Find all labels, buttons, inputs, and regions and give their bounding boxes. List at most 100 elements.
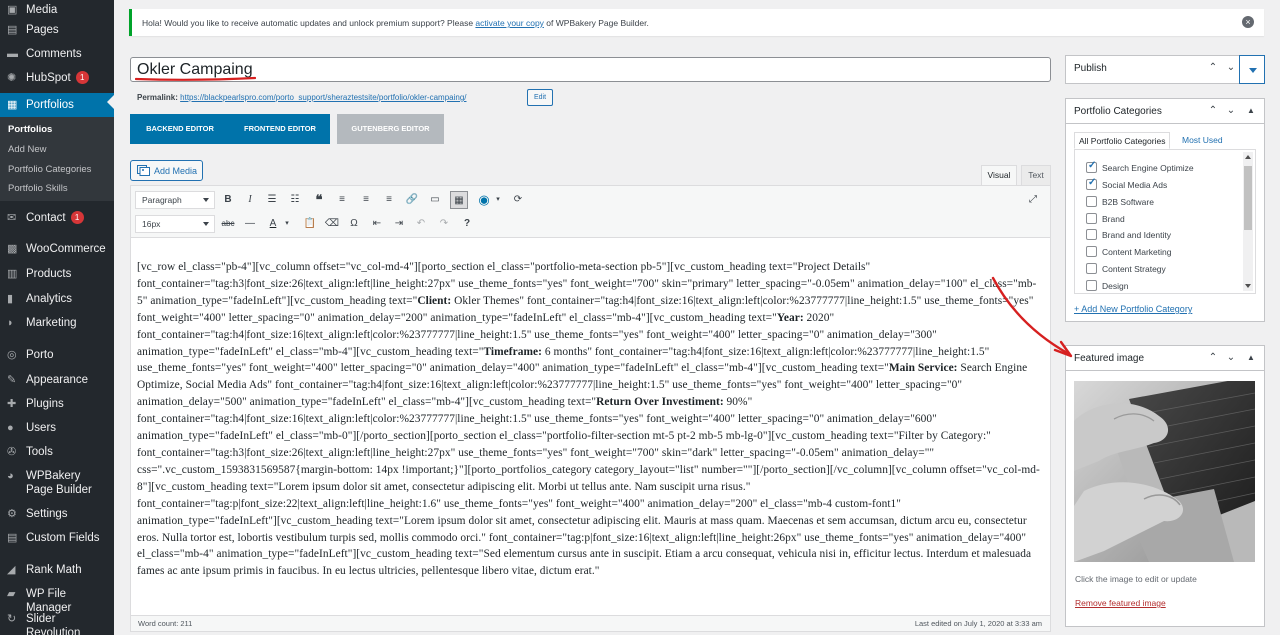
- tab-most-used[interactable]: Most Used: [1178, 132, 1227, 149]
- submenu-portfolios[interactable]: Portfolios: [8, 124, 52, 135]
- category-item[interactable]: Design: [1086, 280, 1128, 291]
- sidebar-item-contact[interactable]: ✉ Contact 1: [0, 208, 114, 228]
- sidebar-item-comments[interactable]: ▬ Comments: [0, 44, 114, 64]
- redo-icon[interactable]: ↷: [435, 215, 453, 233]
- analytics-icon: ▮: [7, 293, 14, 305]
- checkbox[interactable]: [1086, 246, 1097, 257]
- move-up-icon[interactable]: ⌃: [1206, 61, 1220, 75]
- featured-header[interactable]: Featured image ⌃ ⌄ ▲: [1066, 346, 1264, 371]
- collapse-icon[interactable]: ▲: [1244, 351, 1258, 365]
- move-down-icon[interactable]: ⌄: [1224, 351, 1238, 365]
- add-media-button[interactable]: Add Media: [130, 160, 203, 181]
- sidebar-item-hubspot[interactable]: ✺ HubSpot 1: [0, 68, 114, 88]
- font-size-select[interactable]: 16px: [135, 215, 215, 233]
- category-item[interactable]: Brand and Identity: [1086, 229, 1171, 240]
- checkbox[interactable]: [1086, 196, 1097, 207]
- outdent-icon[interactable]: ⇤: [368, 215, 386, 233]
- sidebar-item-marketing[interactable]: ◗ Marketing: [0, 313, 114, 333]
- sidebar-item-pages[interactable]: ▤ Pages: [0, 20, 114, 40]
- users-icon: ●: [7, 422, 14, 434]
- numbered-list-icon[interactable]: ☷: [286, 191, 304, 209]
- link-icon[interactable]: 🔗: [403, 191, 421, 209]
- strikethrough-icon[interactable]: abc: [219, 215, 237, 233]
- toolbar-toggle-icon[interactable]: ▦: [450, 191, 468, 209]
- move-down-icon[interactable]: ⌄: [1224, 61, 1238, 75]
- permalink-edit-button[interactable]: Edit: [527, 89, 553, 106]
- text-color-dropdown-icon[interactable]: ▾: [278, 215, 296, 233]
- indent-icon[interactable]: ⇥: [390, 215, 408, 233]
- category-item[interactable]: Social Media Ads: [1086, 177, 1167, 190]
- checkbox[interactable]: [1086, 263, 1097, 274]
- undo-icon[interactable]: ↶: [412, 215, 430, 233]
- category-item[interactable]: Brand: [1086, 213, 1125, 224]
- sidebar-item-appearance[interactable]: ✎ Appearance: [0, 370, 114, 390]
- special-character-icon[interactable]: Ω: [345, 215, 363, 233]
- submenu-add-new[interactable]: Add New: [8, 144, 47, 155]
- clear-formatting-icon[interactable]: ⌫: [323, 215, 341, 233]
- checkbox[interactable]: [1086, 229, 1097, 240]
- post-title-input[interactable]: [130, 57, 1051, 82]
- publish-header[interactable]: Publish ⌃ ⌄: [1066, 56, 1264, 81]
- shortcode-dropdown-icon[interactable]: ▾: [489, 191, 507, 209]
- category-scrollbar[interactable]: [1243, 152, 1253, 291]
- checkbox[interactable]: [1086, 213, 1097, 224]
- sidebar-item-slider-revolution[interactable]: ↻ Slider Revolution: [0, 609, 114, 635]
- activate-link[interactable]: activate your copy: [475, 18, 544, 28]
- submenu-portfolio-skills[interactable]: Portfolio Skills: [8, 183, 68, 194]
- tab-visual[interactable]: Visual: [981, 165, 1017, 185]
- category-item[interactable]: Content Marketing: [1086, 246, 1171, 257]
- submenu-portfolio-categories[interactable]: Portfolio Categories: [8, 164, 91, 175]
- sidebar-item-media[interactable]: ▣ Media: [0, 0, 114, 20]
- category-item[interactable]: Content Strategy: [1086, 263, 1166, 274]
- tab-text[interactable]: Text: [1021, 165, 1051, 185]
- categories-header[interactable]: Portfolio Categories ⌃ ⌄ ▲: [1066, 99, 1264, 124]
- bullet-list-icon[interactable]: ☰: [263, 191, 281, 209]
- sidebar-item-plugins[interactable]: ✚ Plugins: [0, 394, 114, 414]
- tab-all-categories[interactable]: All Portfolio Categories: [1074, 132, 1171, 149]
- move-up-icon[interactable]: ⌃: [1206, 351, 1220, 365]
- category-item[interactable]: B2B Software: [1086, 196, 1154, 207]
- fullscreen-icon[interactable]: ⤢: [1024, 191, 1042, 209]
- align-center-icon[interactable]: ≡: [357, 191, 375, 209]
- sidebar-item-users[interactable]: ● Users: [0, 418, 114, 438]
- collapse-icon[interactable]: ▲: [1244, 104, 1258, 118]
- sidebar-item-wpbakery-page-builder[interactable]: ◕ WPBakery Page Builder: [0, 466, 114, 496]
- refresh-icon[interactable]: ⟳: [509, 191, 527, 209]
- read-more-icon[interactable]: ▭: [426, 191, 444, 209]
- dismiss-notice-icon[interactable]: ×: [1242, 16, 1254, 28]
- publish-toggle-panel-icon[interactable]: [1239, 55, 1265, 84]
- frontend-editor-button[interactable]: FRONTEND EDITOR: [230, 114, 330, 144]
- sidebar-item-porto[interactable]: ◎ Porto: [0, 345, 114, 365]
- add-new-category-link[interactable]: + Add New Portfolio Category: [1074, 304, 1192, 314]
- sidebar-item-woocommerce[interactable]: ▩ WooCommerce: [0, 239, 114, 259]
- gutenberg-editor-button[interactable]: GUTENBERG EDITOR: [337, 114, 444, 144]
- horizontal-line-icon[interactable]: —: [241, 215, 259, 233]
- move-down-icon[interactable]: ⌄: [1224, 104, 1238, 118]
- sidebar-item-products[interactable]: ▥ Products: [0, 264, 114, 284]
- help-icon[interactable]: ?: [458, 215, 476, 233]
- sidebar-item-portfolios[interactable]: ▦ Portfolios: [0, 93, 114, 117]
- sidebar-item-analytics[interactable]: ▮ Analytics: [0, 289, 114, 309]
- sidebar-item-tools[interactable]: ✇ Tools: [0, 442, 114, 462]
- blockquote-icon[interactable]: ❝: [310, 191, 328, 209]
- checkbox-checked[interactable]: [1086, 160, 1097, 173]
- move-up-icon[interactable]: ⌃: [1206, 104, 1220, 118]
- checkbox-checked[interactable]: [1086, 177, 1097, 190]
- format-select[interactable]: Paragraph: [135, 191, 215, 209]
- editor-content[interactable]: [vc_row el_class="pb-4"][vc_column offse…: [137, 259, 1042, 599]
- sidebar-item-custom-fields[interactable]: ▤ Custom Fields: [0, 528, 114, 548]
- featured-image[interactable]: [1074, 381, 1255, 562]
- bold-icon[interactable]: B: [219, 191, 237, 209]
- sidebar-item-settings[interactable]: ⚙ Settings: [0, 504, 114, 524]
- sidebar-item-rank-math[interactable]: ◢ Rank Math: [0, 560, 114, 580]
- remove-featured-image-link[interactable]: Remove featured image: [1075, 598, 1166, 608]
- backend-editor-button[interactable]: BACKEND EDITOR: [130, 114, 230, 144]
- category-item[interactable]: Search Engine Optimize: [1086, 160, 1194, 173]
- checkbox[interactable]: [1086, 280, 1097, 291]
- italic-icon[interactable]: I: [241, 191, 259, 209]
- add-media-icon: [137, 165, 150, 176]
- align-right-icon[interactable]: ≡: [380, 191, 398, 209]
- paste-text-icon[interactable]: 📋: [301, 215, 319, 233]
- align-left-icon[interactable]: ≡: [333, 191, 351, 209]
- permalink-url[interactable]: https://blackpearlspro.com/porto_support…: [180, 93, 466, 102]
